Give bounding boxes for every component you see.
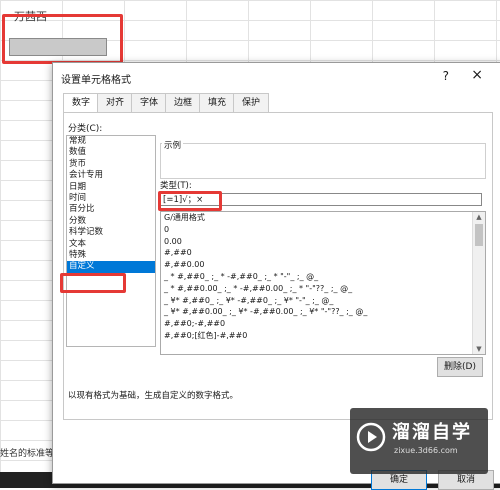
format-item[interactable]: #,##0.00 (161, 259, 485, 271)
format-item[interactable]: #,##0 (161, 247, 485, 259)
category-item[interactable]: 会计专用 (67, 170, 155, 181)
tab-protection[interactable]: 保护 (233, 93, 269, 114)
scroll-up-icon[interactable]: ▲ (473, 212, 485, 222)
format-item[interactable]: 0.00 (161, 236, 485, 248)
scroll-down-icon[interactable]: ▼ (473, 344, 485, 354)
category-item[interactable]: 日期 (67, 182, 155, 193)
category-item[interactable]: 分数 (67, 216, 155, 227)
format-item[interactable]: _ * #,##0.00_ ;_ * -#,##0.00_ ;_ * "-"??… (161, 283, 485, 295)
type-label: 类型(T): (160, 181, 192, 191)
scroll-thumb[interactable] (475, 224, 483, 246)
format-list[interactable]: G/通用格式 0 0.00 #,##0 #,##0.00 _ * #,##0_ … (160, 211, 486, 355)
category-item[interactable]: 时间 (67, 193, 155, 204)
play-logo-icon (356, 422, 386, 452)
watermark-title: 溜溜自学 (392, 422, 472, 443)
category-item[interactable]: 科学记数 (67, 227, 155, 238)
status-text: 姓名的标准等 (0, 449, 55, 459)
number-tab-panel: 分类(C): 常规 数值 货币 会计专用 日期 时间 百分比 分数 科学记数 文… (60, 112, 493, 420)
watermark-url: zixue.3d66.com (394, 446, 458, 455)
format-item[interactable]: #,##0;[红色]-#,##0 (161, 330, 485, 342)
category-item[interactable]: 货币 (67, 159, 155, 170)
format-item[interactable]: #,##0;-#,##0 (161, 318, 485, 330)
category-list[interactable]: 常规 数值 货币 会计专用 日期 时间 百分比 分数 科学记数 文本 特殊 自定… (66, 135, 156, 347)
category-item[interactable]: 特殊 (67, 250, 155, 261)
highlight-box-type (158, 191, 222, 211)
format-item[interactable]: _ ¥* #,##0.00_ ;_ ¥* -#,##0.00_ ;_ ¥* "-… (161, 306, 485, 318)
close-button[interactable]: × (471, 67, 483, 83)
category-label: 分类(C): (68, 124, 103, 134)
category-item[interactable]: 百分比 (67, 204, 155, 215)
format-item[interactable]: G/通用格式 (161, 212, 485, 224)
category-item[interactable]: 数值 (67, 147, 155, 158)
category-item-custom[interactable]: 自定义 (67, 261, 155, 273)
highlight-box-custom (60, 273, 126, 293)
format-item[interactable]: _ ¥* #,##0_ ;_ ¥* -#,##0_ ;_ ¥* "-"_ ;_ … (161, 295, 485, 307)
tab-border[interactable]: 边框 (165, 93, 201, 114)
dialog-title: 设置单元格格式 (61, 75, 131, 86)
category-item[interactable]: 常规 (67, 136, 155, 147)
watermark: 溜溜自学 zixue.3d66.com (350, 408, 488, 474)
description-text: 以现有格式为基础，生成自定义的数字格式。 (68, 391, 239, 401)
tab-font[interactable]: 字体 (131, 93, 167, 114)
category-item[interactable]: 文本 (67, 239, 155, 250)
delete-button[interactable]: 删除(D) (437, 357, 483, 377)
sample-box (160, 143, 486, 179)
format-item[interactable]: 0 (161, 224, 485, 236)
highlight-box-cell (2, 14, 123, 64)
format-list-scrollbar[interactable]: ▲ ▼ (472, 212, 485, 354)
tab-alignment[interactable]: 对齐 (97, 93, 133, 114)
tab-fill[interactable]: 填充 (199, 93, 235, 114)
sample-label: 示例 (162, 139, 184, 151)
format-item[interactable]: _ * #,##0_ ;_ * -#,##0_ ;_ * "-"_ ;_ @_ (161, 271, 485, 283)
help-button[interactable]: ? (443, 69, 449, 83)
